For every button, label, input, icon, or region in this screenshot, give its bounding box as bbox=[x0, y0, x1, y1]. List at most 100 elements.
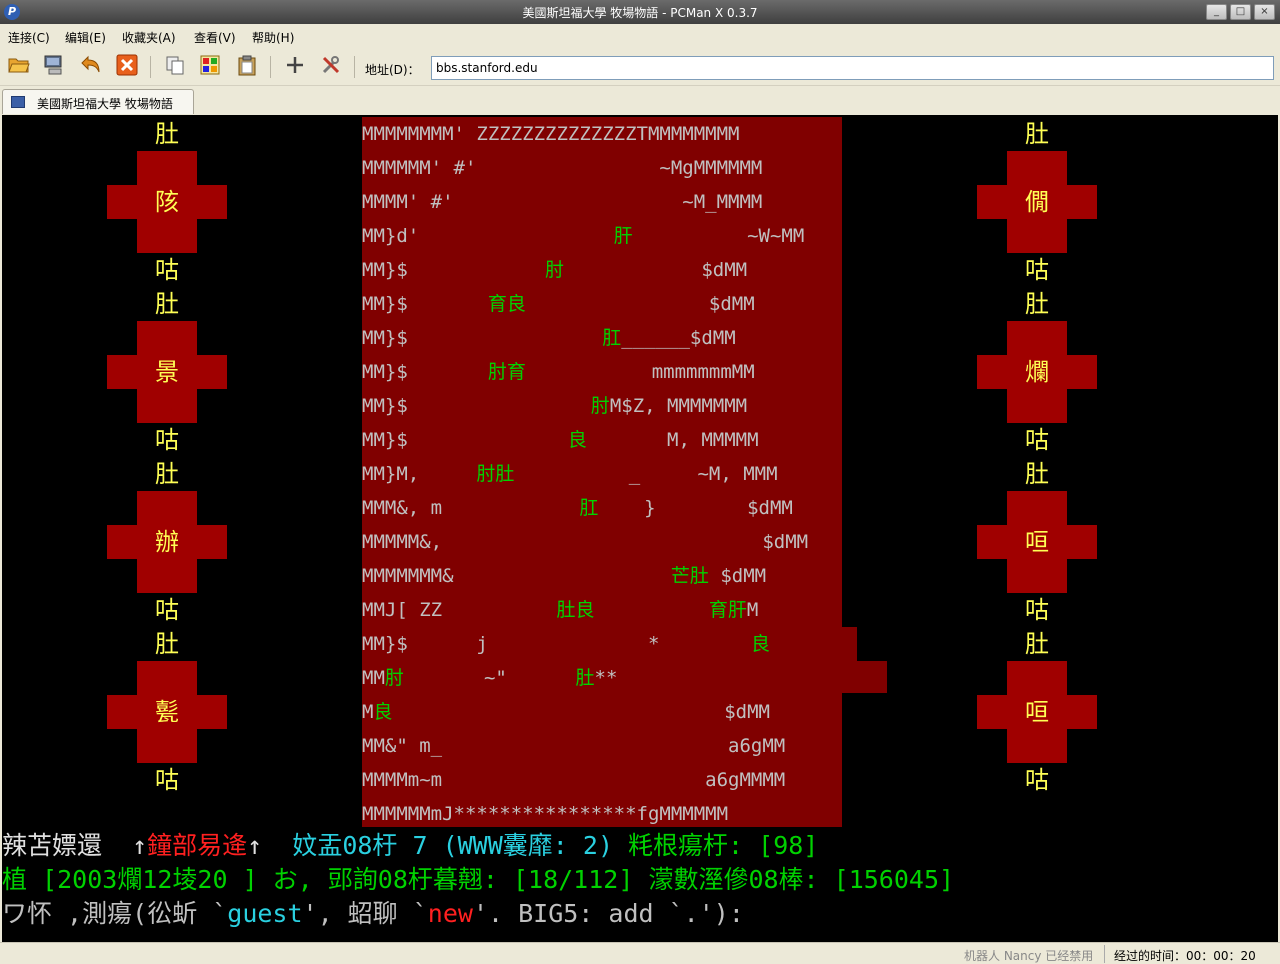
status-segment: ', 蛁聊 ` bbox=[302, 899, 428, 928]
ascii-art-segment: MMJ[ ZZ bbox=[362, 599, 443, 621]
status-segment: 植 [2003爛12堎20 ] bbox=[2, 865, 273, 894]
ascii-art-segment: MMMMMMM& bbox=[362, 565, 454, 587]
cross-ornament: 甏 bbox=[107, 661, 227, 763]
ascii-art-segment bbox=[594, 599, 708, 621]
ascii-art-line: MM}d' 肝 ~W~MM bbox=[362, 219, 804, 253]
ascii-art-segment bbox=[442, 497, 579, 519]
ascii-art-segment bbox=[454, 565, 671, 587]
ornament-char: 陔 bbox=[155, 188, 179, 216]
window-title: 美國斯坦福大學 牧場物語 - PCMan X 0.3.7 bbox=[522, 6, 758, 20]
status-segment: お, 郖詢08杅暮翹: [18/112] 濛數溼傪08棒: [156045] bbox=[272, 865, 955, 894]
preferences-tools-icon[interactable] bbox=[318, 54, 344, 80]
ascii-art-line: M良 $dMM bbox=[362, 695, 770, 729]
menu-favorites[interactable]: 收藏夹(A) bbox=[122, 29, 176, 46]
ascii-art-segment: a6gMM bbox=[442, 735, 786, 757]
ascii-art-line: MMMMMMMM' ZZZZZZZZZZZZZZTMMMMMMMM bbox=[362, 117, 740, 151]
address-input[interactable] bbox=[431, 56, 1274, 80]
ascii-art-panel-edge bbox=[842, 661, 887, 693]
ascii-art-segment: 育良 bbox=[487, 293, 526, 315]
side-top-char: 肚 bbox=[155, 460, 179, 488]
add-favorite-icon[interactable] bbox=[282, 54, 308, 80]
cross-ornament: 爛 bbox=[977, 321, 1097, 423]
connect-computer-icon[interactable] bbox=[41, 54, 67, 80]
ascii-art-segment: MM}d' bbox=[362, 225, 420, 247]
ascii-art-segment bbox=[408, 293, 488, 315]
maximize-button[interactable]: □ bbox=[1230, 4, 1251, 20]
status-line-visits: 植 [2003爛12堎20 ] お, 郖詢08杅暮翹: [18/112] 濛數溼… bbox=[2, 863, 954, 897]
ascii-art-segment: ~" bbox=[403, 667, 576, 689]
status-segment: 妏盂08杅 7 (WWW囊靡: 2) bbox=[292, 831, 613, 860]
close-window-button[interactable]: × bbox=[1254, 4, 1275, 20]
side-top-char: 肚 bbox=[155, 120, 179, 148]
ascii-art-segment: MMM&, m bbox=[362, 497, 443, 519]
ascii-art-segment bbox=[442, 599, 556, 621]
ornament-char: 辦 bbox=[155, 528, 179, 556]
menu-connect[interactable]: 连接(C) bbox=[8, 29, 50, 46]
ascii-art-segment: M$Z, MMMMMMM bbox=[609, 395, 748, 417]
ascii-art-line: MM肘 ~" 肚** bbox=[362, 661, 617, 695]
ascii-art-segment: 良 bbox=[567, 429, 587, 451]
ascii-art-segment: MM}$ bbox=[362, 259, 408, 281]
ascii-art-segment: 肘肚 bbox=[476, 463, 515, 485]
ascii-art-line: MM}M, 肘肚 _ ~M, MMM bbox=[362, 457, 778, 491]
terminal-screen[interactable]: MMMMMMMM' ZZZZZZZZZZZZZZTMMMMMMMM MMMMMM'… bbox=[2, 115, 1278, 942]
status-segment: new bbox=[427, 899, 473, 928]
ascii-art-line: MMMMM&, $dMM bbox=[362, 525, 808, 559]
status-segment: 粍根瘍杅: [98] bbox=[613, 831, 819, 860]
ascii-art-segment: MM}$ bbox=[362, 429, 408, 451]
ascii-art-segment: MMMM' #' ~M_MMMM bbox=[362, 191, 763, 213]
menu-bar: 连接(C) 编辑(E) 收藏夹(A) 查看(V) 帮助(H) bbox=[0, 24, 1280, 48]
ascii-art-line: MMMMMM' #' ~MgMMMMMM bbox=[362, 151, 762, 185]
ascii-art-segment: MMMMM&, bbox=[362, 531, 443, 553]
side-top-char: 肚 bbox=[155, 630, 179, 658]
copy-icon[interactable] bbox=[162, 54, 188, 80]
side-bottom-char: 咕 bbox=[1025, 766, 1049, 794]
ascii-art-line: MMJ[ ZZ 肚良 育肝M bbox=[362, 593, 758, 627]
paste-color-icon[interactable] bbox=[197, 54, 223, 80]
ascii-art-segment bbox=[408, 361, 488, 383]
reconnect-arrow-icon[interactable] bbox=[78, 54, 104, 80]
cross-ornament: 陔 bbox=[107, 151, 227, 253]
ascii-art-segment: mmmmmmmMM bbox=[525, 361, 755, 383]
side-top-char: 肚 bbox=[1025, 120, 1049, 148]
ascii-art-segment bbox=[408, 259, 545, 281]
ascii-art-line: MMM&, m 肛 } $dMM bbox=[362, 491, 793, 525]
toolbar-separator bbox=[354, 56, 355, 78]
login-prompt[interactable]: ワ怀 ,測瘍(彸蚚 `guest', 蛁聊 `new'. BIG5: add `… bbox=[2, 897, 759, 931]
ascii-art-segment bbox=[408, 429, 568, 451]
close-x-icon[interactable] bbox=[114, 54, 140, 80]
terminal-tab-icon bbox=[11, 96, 25, 108]
paste-icon[interactable] bbox=[234, 54, 260, 80]
status-segment: ↑ bbox=[247, 831, 293, 860]
tab-stanford-bbs[interactable]: 美國斯坦福大學 牧場物語 bbox=[2, 89, 194, 114]
ascii-art-line: MM}$ 肘 $dMM bbox=[362, 253, 747, 287]
ornament-char: 僩 bbox=[1025, 188, 1049, 216]
side-bottom-char: 咕 bbox=[1025, 426, 1049, 454]
status-line-online: 辣苫嫖還 ↑鐘部易逄↑ 妏盂08杅 7 (WWW囊靡: 2) 粍根瘍杅: [98… bbox=[2, 829, 818, 863]
ascii-art-segment: MM}$ bbox=[362, 361, 408, 383]
ascii-art-segment: MMMMm~m bbox=[362, 769, 443, 791]
side-top-char: 肚 bbox=[155, 290, 179, 318]
ascii-art-segment bbox=[408, 395, 591, 417]
ascii-art-segment: ______$dMM bbox=[621, 327, 736, 349]
ascii-art-segment: $dMM bbox=[708, 565, 767, 587]
toolbar-separator bbox=[150, 56, 151, 78]
ascii-art-segment: $dMM bbox=[525, 293, 755, 315]
cross-ornament: 僩 bbox=[977, 151, 1097, 253]
side-top-char: 肚 bbox=[1025, 460, 1049, 488]
ascii-art-line: MM}$ 育良 $dMM bbox=[362, 287, 755, 321]
ascii-art-segment: M, MMMMM bbox=[586, 429, 759, 451]
minimize-button[interactable]: _ bbox=[1206, 4, 1227, 20]
ascii-art-segment: MM}$ bbox=[362, 633, 408, 655]
menu-edit[interactable]: 编辑(E) bbox=[65, 29, 106, 46]
tab-bar: 美國斯坦福大學 牧場物語 bbox=[0, 87, 1280, 114]
open-folder-icon[interactable] bbox=[6, 54, 32, 80]
ascii-art-segment: 肝 bbox=[613, 225, 633, 247]
menu-help[interactable]: 帮助(H) bbox=[252, 29, 294, 46]
ascii-art-segment: MM bbox=[362, 667, 385, 689]
ascii-art-line: MM}$ j * 良 bbox=[362, 627, 770, 661]
cross-ornament: 辦 bbox=[107, 491, 227, 593]
ascii-art-segment: 肘育 bbox=[487, 361, 526, 383]
ascii-art-segment: $dMM bbox=[442, 531, 809, 553]
menu-view[interactable]: 查看(V) bbox=[194, 29, 236, 46]
